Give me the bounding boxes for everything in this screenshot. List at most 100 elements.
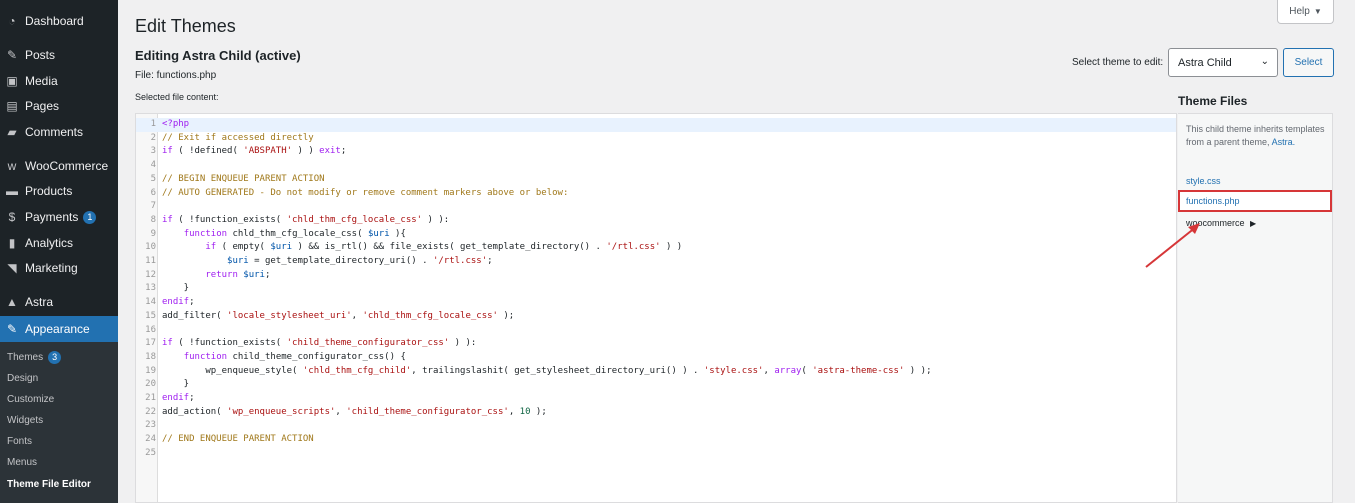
- appearance-icon: ✎: [6, 322, 18, 336]
- parent-theme-link[interactable]: Astra.: [1272, 137, 1296, 147]
- sidebar-item-comments[interactable]: ▰ Comments: [0, 120, 118, 144]
- caret-down-icon: ▼: [1313, 7, 1322, 16]
- code-text: // AUTO GENERATED - Do not modify or rem…: [162, 187, 569, 198]
- dashboard-icon: ◔: [8, 14, 16, 28]
- line-number: 23: [145, 420, 156, 431]
- sidebar-item-woocommerce[interactable]: w WooCommerce: [0, 154, 118, 178]
- code-line[interactable]: 22 add_action( 'wp_enqueue_scripts', 'chi…: [136, 406, 1176, 420]
- code-text: if ( !function_exists( 'chld_thm_cfg_loc…: [162, 214, 450, 225]
- woocommerce-icon: w: [7, 159, 17, 173]
- sidebar-item-products[interactable]: ▬ Products: [0, 179, 118, 203]
- code-line[interactable]: 11 $uri = get_template_directory_uri() .…: [136, 255, 1176, 269]
- theme-files-panel: This child theme inherits templates from…: [1178, 113, 1333, 503]
- code-line[interactable]: 2 // Exit if accessed directly: [136, 132, 1176, 146]
- theme-select[interactable]: Astra Child ⌄: [1168, 48, 1278, 77]
- line-number: 25: [145, 447, 156, 458]
- code-line[interactable]: 13 }: [136, 282, 1176, 296]
- line-number: 14: [145, 297, 156, 308]
- file-link-functions-php[interactable]: functions.php: [1186, 196, 1240, 206]
- line-number: 7: [150, 201, 156, 212]
- line-number: 21: [145, 393, 156, 403]
- line-number: 10: [145, 242, 156, 253]
- code-text: wp_enqueue_style( 'chld_thm_cfg_child', …: [162, 365, 932, 376]
- code-line[interactable]: 4: [136, 159, 1176, 173]
- code-editor[interactable]: 1 <?php 2 // Exit if accessed directly 3 if (…: [135, 113, 1177, 503]
- code-text: function chld_thm_cfg_locale_css( $uri )…: [183, 228, 406, 239]
- code-line[interactable]: 7: [136, 200, 1176, 214]
- sidebar-item-posts[interactable]: ✎ Posts: [0, 43, 118, 67]
- code-line[interactable]: 3 if ( !defined( 'ABSPATH' ) ) exit;: [136, 145, 1176, 159]
- line-number: 13: [145, 283, 156, 294]
- code-line[interactable]: 1 <?php: [136, 118, 1176, 132]
- help-button[interactable]: Help ▼: [1277, 0, 1334, 24]
- payments-icon: $: [8, 210, 16, 224]
- sidebar-item-analytics[interactable]: ▮ Analytics: [0, 231, 118, 255]
- code-text: <?php: [162, 119, 190, 129]
- code-line[interactable]: 25: [136, 447, 1176, 461]
- products-icon: ▬: [6, 184, 18, 198]
- code-line[interactable]: 20 }: [136, 378, 1176, 392]
- comments-icon: ▰: [7, 125, 17, 139]
- line-number: 15: [145, 310, 156, 321]
- marketing-icon: ◥: [7, 261, 17, 275]
- code-text: // END ENQUEUE PARENT ACTION: [162, 434, 314, 445]
- sidebar-item-marketing[interactable]: ◥ Marketing: [0, 256, 118, 280]
- code-line[interactable]: 5 // BEGIN ENQUEUE PARENT ACTION: [136, 173, 1176, 187]
- code-text: if ( !function_exists( 'child_theme_conf…: [162, 338, 477, 349]
- code-line[interactable]: 6 // AUTO GENERATED - Do not modify or re…: [136, 187, 1176, 201]
- code-line[interactable]: 15 add_filter( 'locale_stylesheet_uri', '…: [136, 310, 1176, 324]
- code-line[interactable]: 23: [136, 419, 1176, 433]
- line-number: 18: [145, 351, 156, 362]
- astra-icon: ▲: [6, 295, 18, 309]
- code-line[interactable]: 24 // END ENQUEUE PARENT ACTION: [136, 433, 1176, 447]
- line-number: 20: [145, 379, 156, 390]
- code-line[interactable]: 12 return $uri;: [136, 269, 1176, 283]
- pin-icon: ✎: [6, 48, 18, 62]
- code-text: endif;: [162, 393, 195, 403]
- line-number: 9: [150, 228, 156, 239]
- select-button[interactable]: Select: [1283, 48, 1334, 77]
- code-text: // BEGIN ENQUEUE PARENT ACTION: [162, 173, 325, 184]
- line-number: 5: [150, 173, 156, 184]
- code-line[interactable]: 8 if ( !function_exists( 'chld_thm_cfg_lo…: [136, 214, 1176, 228]
- sidebar-item-payments[interactable]: $ Payments 1: [0, 205, 118, 229]
- code-line[interactable]: 18 function child_theme_configurator_css…: [136, 351, 1176, 365]
- sidebar-item-pages[interactable]: ▤ Pages: [0, 94, 118, 118]
- sidebar-item-appearance[interactable]: ✎ Appearance: [0, 316, 118, 342]
- line-number: 6: [150, 187, 156, 198]
- code-line[interactable]: 17 if ( !function_exists( 'child_theme_co…: [136, 337, 1176, 351]
- sidebar-item-media[interactable]: ▣ Media: [0, 69, 118, 93]
- code-line[interactable]: 21 endif;: [136, 392, 1176, 406]
- file-name-label: File: functions.php: [135, 70, 217, 81]
- code-text: }: [162, 379, 190, 390]
- file-link-style-css[interactable]: style.css: [1186, 176, 1221, 186]
- submenu-item-fonts[interactable]: Fonts: [0, 431, 118, 451]
- sidebar-item-astra[interactable]: ▲ Astra: [0, 290, 118, 314]
- code-line[interactable]: 14 endif;: [136, 296, 1176, 310]
- line-number: 16: [145, 324, 156, 335]
- code-line[interactable]: 19 wp_enqueue_style( 'chld_thm_cfg_child…: [136, 365, 1176, 379]
- line-number: 24: [145, 434, 156, 445]
- code-text: function child_theme_configurator_css() …: [183, 351, 406, 362]
- inherit-note: This child theme inherits templates from…: [1186, 124, 1325, 147]
- admin-sidebar: ◔ Dashboard ✎ Posts ▣ Media ▤ Pages ▰ Co…: [0, 0, 118, 503]
- page-title: Edit Themes: [135, 16, 236, 36]
- submenu-item-design[interactable]: Design: [0, 368, 118, 388]
- sidebar-item-dashboard[interactable]: ◔ Dashboard: [0, 9, 118, 33]
- code-line[interactable]: 16: [136, 324, 1176, 338]
- media-icon: ▣: [6, 74, 18, 88]
- selected-content-label: Selected file content:: [135, 92, 219, 102]
- line-number: 22: [145, 406, 156, 417]
- submenu-item-menus[interactable]: Menus: [0, 452, 118, 472]
- code-text: return $uri;: [205, 269, 271, 280]
- submenu-item-theme-file-editor[interactable]: Theme File Editor: [0, 474, 118, 494]
- code-text: add_filter( 'locale_stylesheet_uri', 'ch…: [162, 310, 515, 321]
- main-content: Edit Themes Help ▼ Editing Astra Child (…: [118, 0, 1355, 503]
- annotation-arrow-icon: [1145, 223, 1200, 268]
- submenu-item-themes[interactable]: Themes 3: [0, 347, 118, 367]
- themes-badge: 3: [48, 350, 62, 364]
- code-line[interactable]: 10 if ( empty( $uri ) && is_rtl() && fil…: [136, 241, 1176, 255]
- code-line[interactable]: 9 function chld_thm_cfg_locale_css( $uri…: [136, 228, 1176, 242]
- submenu-item-customize[interactable]: Customize: [0, 389, 118, 409]
- submenu-item-widgets[interactable]: Widgets: [0, 410, 118, 430]
